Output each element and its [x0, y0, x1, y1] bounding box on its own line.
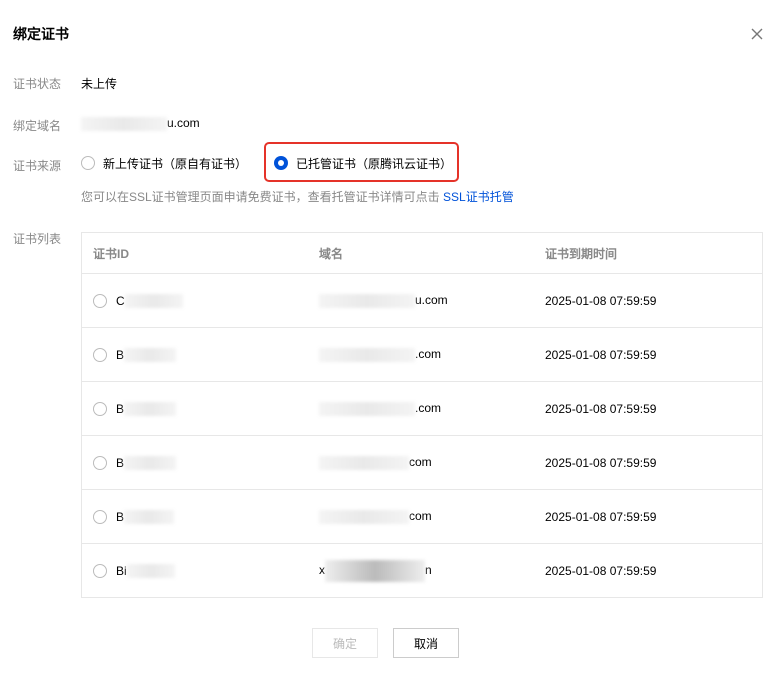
status-label: 证书状态: [13, 77, 62, 91]
cert-expiry: 2025-01-08 07:59:59: [545, 327, 763, 382]
cert-domain-cell: .com: [319, 327, 545, 382]
cancel-button[interactable]: 取消: [393, 628, 459, 658]
source-option-hosted[interactable]: 已托管证书（原腾讯云证书）: [274, 152, 452, 174]
table-row[interactable]: B .com 2025-01-08 07:59:59: [81, 327, 763, 382]
redacted-text: [124, 293, 183, 308]
redacted-text: [126, 563, 175, 578]
cert-expiry: 2025-01-08 07:59:59: [545, 273, 763, 328]
cert-id: B: [116, 509, 125, 524]
cert-domain-suffix: .com: [415, 347, 442, 362]
redacted-text: [319, 455, 409, 470]
row-radio-button[interactable]: [93, 509, 107, 524]
row-radio-button[interactable]: [93, 401, 107, 416]
cert-domain-cell: xn: [319, 543, 545, 598]
redacted-text: [124, 455, 177, 470]
table-row[interactable]: B com 2025-01-08 07:59:59: [81, 489, 763, 544]
redacted-text: [124, 509, 175, 524]
cert-expiry: 2025-01-08 07:59:59: [545, 489, 763, 544]
cert-domain-suffix: com: [409, 509, 432, 524]
domain-value: u.com: [81, 116, 200, 131]
redacted-text: [319, 293, 415, 308]
redacted-text: [319, 401, 415, 416]
table-row[interactable]: B .com 2025-01-08 07:59:59: [81, 381, 763, 436]
close-icon[interactable]: [749, 26, 765, 42]
dialog-title: 绑定证书: [13, 26, 69, 42]
list-label: 证书列表: [13, 232, 62, 246]
cert-domain-cell: .com: [319, 381, 545, 436]
cert-id-cell: B: [81, 489, 319, 544]
row-radio-button[interactable]: [93, 347, 107, 362]
redacted-text: [124, 401, 177, 416]
redacted-text: [319, 509, 409, 524]
cert-domain-cell: u.com: [319, 273, 545, 328]
cert-expiry: 2025-01-08 07:59:59: [545, 435, 763, 490]
cert-domain-suffix: u.com: [415, 293, 448, 308]
cert-expiry: 2025-01-08 07:59:59: [545, 543, 763, 598]
certificate-table: 证书ID 域名 证书到期时间 C u.com 2025-01-08 07:59:…: [81, 232, 763, 598]
table-row[interactable]: C u.com 2025-01-08 07:59:59: [81, 273, 763, 328]
cert-id: B: [116, 455, 125, 470]
row-radio-button[interactable]: [93, 293, 107, 308]
cert-id-cell: Bi: [81, 543, 319, 598]
cert-id: Bi: [116, 563, 127, 578]
cert-expiry: 2025-01-08 07:59:59: [545, 381, 763, 436]
table-header-row: 证书ID 域名 证书到期时间: [81, 232, 763, 274]
bind-certificate-dialog: 绑定证书 证书状态 未上传 绑定域名 u.com 证书来源 新上传证书（原自有证…: [0, 0, 781, 678]
column-header-expiry: 证书到期时间: [545, 232, 763, 274]
domain-value-suffix: u.com: [167, 116, 200, 130]
redacted-text: [325, 559, 425, 582]
hint-message: 您可以在SSL证书管理页面申请免费证书，查看托管证书详情可点击: [81, 190, 440, 204]
column-header-domain: 域名: [319, 232, 545, 274]
cert-id-cell: B: [81, 435, 319, 490]
cert-id-cell: B: [81, 327, 319, 382]
hint-text: 您可以在SSL证书管理页面申请免费证书，查看托管证书详情可点击 SSL证书托管: [81, 188, 514, 205]
source-label: 证书来源: [13, 159, 62, 173]
cert-id: B: [116, 401, 125, 416]
ssl-hosting-link[interactable]: SSL证书托管: [443, 190, 514, 204]
radio-button[interactable]: [81, 156, 95, 170]
cert-id: B: [116, 347, 125, 362]
column-header-id: 证书ID: [81, 232, 319, 274]
row-radio-button[interactable]: [93, 563, 107, 578]
table-row[interactable]: Bi xn 2025-01-08 07:59:59: [81, 543, 763, 598]
cert-domain-cell: com: [319, 435, 545, 490]
cert-domain-suffix: com: [409, 455, 432, 470]
status-value: 未上传: [81, 77, 118, 91]
cert-id-cell: B: [81, 381, 319, 436]
cert-domain-suffix: n: [425, 562, 432, 577]
table-row[interactable]: B com 2025-01-08 07:59:59: [81, 435, 763, 490]
domain-label: 绑定域名: [13, 119, 62, 133]
cert-domain-suffix: .com: [415, 401, 442, 416]
source-option-upload-label: 新上传证书（原自有证书）: [103, 156, 248, 171]
cert-domain-cell: com: [319, 489, 545, 544]
row-radio-button[interactable]: [93, 455, 107, 470]
source-option-upload[interactable]: 新上传证书（原自有证书）: [81, 152, 247, 174]
source-option-hosted-label: 已托管证书（原腾讯云证书）: [296, 156, 453, 171]
redacted-text: [81, 116, 167, 131]
cert-id-cell: C: [81, 273, 319, 328]
redacted-text: [124, 347, 177, 362]
redacted-text: [319, 347, 415, 362]
cert-id: C: [116, 293, 125, 308]
radio-button-checked[interactable]: [274, 156, 288, 170]
confirm-button[interactable]: 确定: [312, 628, 378, 658]
